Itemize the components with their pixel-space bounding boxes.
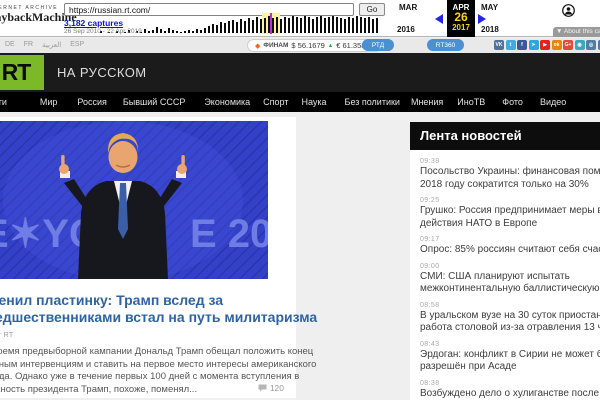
rt360-button[interactable]: RT360 [427,39,464,51]
nav-item-2[interactable]: Мир [40,97,58,107]
feed-item-text-line[interactable]: Эрдоган: конфликт в Сирии не может быть [420,349,600,362]
month-may[interactable]: MAY [481,3,498,12]
feed-item-text-line[interactable]: разрешён при Асаде [420,361,600,374]
facebook-icon[interactable]: f [517,40,527,50]
feed-item-time: 08:38 [420,380,600,387]
feed-item-text-line[interactable]: В уральском вузе на 30 суток приостановл… [420,310,600,323]
usd-rate: $ 56.1679 [291,41,324,50]
nav-item-4[interactable]: Бывший СССР [123,97,185,107]
google-plus-icon[interactable]: G+ [563,40,573,50]
article-summary-line: должность президента Трамп, похоже, поме… [0,384,288,397]
article-title[interactable]: Сменил пластинку: Трамп вслед запредшест… [0,292,288,325]
year-2018[interactable]: 2018 [481,25,499,34]
news-feed-title: Лента новостей [410,122,600,150]
trump-photo[interactable]: E✶YO E 20 [0,121,268,279]
youtube-icon[interactable]: ▶ [540,40,550,50]
language-link[interactable]: العربية [42,41,61,49]
month-march[interactable]: MAR [399,3,417,12]
wayback-machine-label: WaybackMachine [0,11,60,23]
site-tagline: НА РУССКОМ [57,65,146,80]
comment-icon [258,384,267,392]
feed-item[interactable]: 08:58В уральском вузе на 30 суток приост… [420,302,600,335]
periscope-icon[interactable]: ◉ [575,40,585,50]
feed-item-text-line[interactable]: СМИ: США планируют испытать [420,271,600,284]
article-title-line[interactable]: Сменил пластинку: Трамп вслед за [0,292,288,309]
feed-item[interactable]: 09:00СМИ: США планируют испытатьмежконти… [420,263,600,296]
language-link[interactable]: DE [5,41,15,49]
language-link[interactable]: FR [24,41,33,49]
article-summary-line: народа. Однако уже в течение первых 100 … [0,371,288,384]
ticker-brand: ФИНАМ [263,42,288,49]
comments-count: 120 [270,383,284,393]
feed-item-text-line[interactable]: Посольство Украины: финансовая помощь от… [420,166,600,179]
feed-item-text-line[interactable]: Возбуждено дело о хулиганстве после стре… [420,388,600,400]
feed-item-text-line[interactable]: Опрос: 85% россиян считают себя счастлив… [420,244,600,257]
nav-item-10[interactable]: ИноТВ [457,97,485,107]
feed-item[interactable]: 09:25Грушко: Россия предпринимает меры в… [420,197,600,230]
feed-item-time: 08:58 [420,302,600,309]
feed-item[interactable]: 09:38Посольство Украины: финансовая помо… [420,158,600,191]
nav-item-11[interactable]: Фото [502,97,523,107]
next-capture-arrow[interactable] [478,14,486,24]
social-icons-row: VKtf➤▶okG+◉◎s [494,40,600,50]
article-summary-line: военным интервенциям и ставить на первое… [0,359,288,372]
nav-item-12[interactable]: Видео [540,97,566,107]
feed-item[interactable]: 09:17Опрос: 85% россиян считают себя сча… [420,236,600,257]
rt-logo[interactable]: RT [0,55,44,90]
telegram-icon[interactable]: ➤ [529,40,539,50]
feed-item-text-line[interactable]: 2018 году сократится только на 30% [420,179,600,192]
feed-item-time: 09:17 [420,236,600,243]
capture-date-range: 26 Sep 2010 - 22 Apr 2019 [64,28,142,35]
selected-day[interactable]: 26 [447,12,475,23]
captures-link[interactable]: 3,182 captures [64,18,123,28]
twitter-icon[interactable]: t [506,40,516,50]
instagram-icon[interactable]: ◎ [586,40,596,50]
article-card: E✶YO E 20 Сменил пластинку: Трамп вслед … [0,117,296,398]
language-link[interactable]: ESP [70,41,84,49]
usd-up-icon: ▲ [328,43,333,49]
feed-item[interactable]: 08:38Возбуждено дело о хулиганстве после… [420,380,600,400]
feed-item-time: 08:43 [420,341,600,348]
wayback-machine-logo: INTERNET ARCHIVE WaybackMachine [0,5,60,23]
rtd-button[interactable]: РТД [362,39,394,51]
about-capture-tab[interactable]: ▼ About this capture [553,27,600,37]
wayback-toolbar: INTERNET ARCHIVE WaybackMachine Go 3,182… [0,0,600,37]
feed-item-text-line[interactable]: Грушко: Россия предпринимает меры в отве… [420,205,600,218]
profile-icon[interactable] [562,4,575,17]
language-switcher: DE FR العربية ESP [5,41,84,49]
nav-item-3[interactable]: Россия [77,97,107,107]
feed-item-text-line[interactable]: действия НАТО в Европе [420,218,600,231]
backdrop-text-right: E 20 [190,212,268,256]
nav-item-9[interactable]: Мнения [411,97,443,107]
comments-link[interactable]: 120 [258,383,284,393]
year-2017[interactable]: 2017 [447,23,475,32]
capture-histogram[interactable] [100,15,388,33]
feed-item-text-line[interactable]: межконтинентальную баллистическую ракету [420,283,600,296]
histogram-selected-day-marker [270,13,272,34]
nav-item-6[interactable]: Спорт [263,97,288,107]
nav-item-8[interactable]: Без политики [345,97,400,107]
selected-capture-block: APR 26 2017 [447,0,475,37]
feed-item-time: 09:38 [420,158,600,165]
feed-item-text-line[interactable]: работа столовой из-за отравления 13 чело… [420,322,600,335]
article-kicker[interactable]: Сюжет RT [0,330,288,339]
article-summary-line: Во время предвыборной кампании Дональд Т… [0,346,288,359]
nav-item-5[interactable]: Экономика [204,97,250,107]
article-title-line[interactable]: предшественниками встал на путь милитари… [0,309,288,326]
main-navigation: Новости Мир Россия Бывший СССР Экономика Спор… [0,92,600,112]
news-feed-sidebar: Лента новостей 09:38Посольство Украины: … [410,122,600,400]
nav-item-1[interactable]: Новости [0,97,7,107]
previous-capture-arrow[interactable] [435,14,443,24]
year-2016[interactable]: 2016 [397,25,415,34]
nav-item-7[interactable]: Наука [301,97,326,107]
vk-icon[interactable]: VK [494,40,504,50]
odnoklassniki-icon[interactable]: ok [552,40,562,50]
article-summary: Во время предвыборной кампании Дональд Т… [0,346,288,396]
feed-item[interactable]: 08:43Эрдоган: конфликт в Сирии не может … [420,341,600,374]
finam-icon: ◆ [255,42,260,50]
feed-item-time: 09:00 [420,263,600,270]
feed-item-time: 09:25 [420,197,600,204]
